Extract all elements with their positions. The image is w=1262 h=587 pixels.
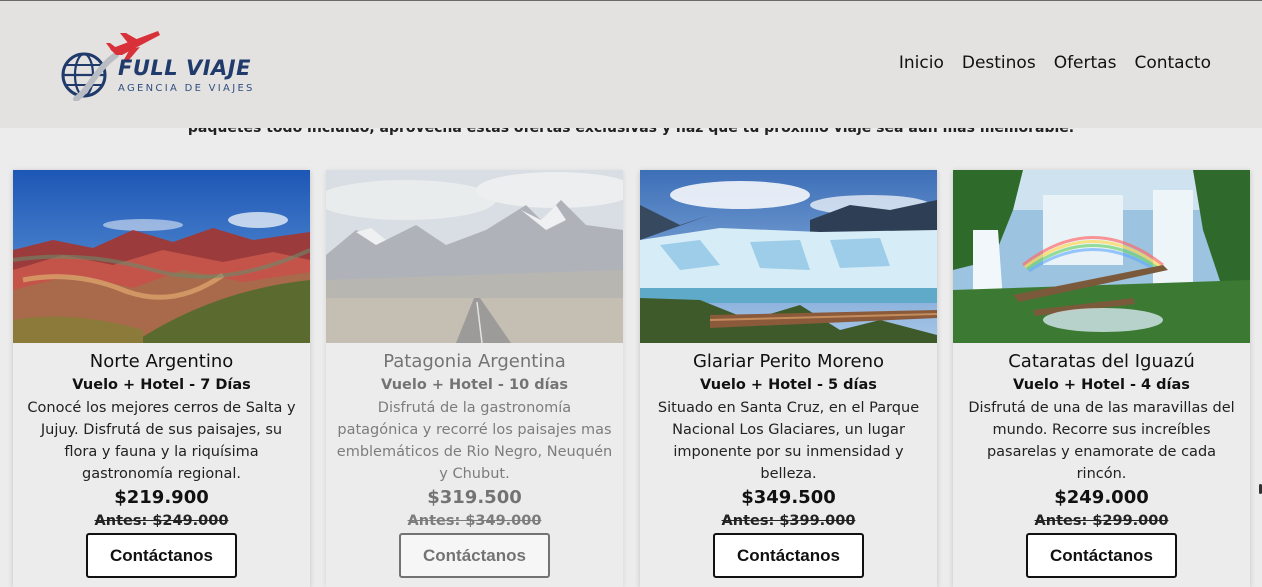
offer-subtitle: Vuelo + Hotel - 4 días [1013,377,1190,393]
offer-old-price: Antes: $249.000 [94,513,229,529]
offer-image-iguazu [953,170,1250,343]
offer-card: Glariar Perito Moreno Vuelo + Hotel - 5 … [640,170,937,587]
offer-old-price: Antes: $299.000 [1034,513,1169,529]
brand-name: FULL VIAJE [118,56,251,80]
nav-link-contacto[interactable]: Contacto [1134,53,1211,73]
offer-old-price: Antes: $349.000 [407,513,542,529]
offer-price: $319.500 [427,487,522,508]
offer-subtitle: Vuelo + Hotel - 10 días [381,377,568,393]
offer-price: $249.000 [1054,487,1149,508]
brand-tagline: AGENCIA DE VIAJES [118,83,255,94]
brand-logo[interactable]: FULL VIAJE AGENCIA DE VIAJES [60,29,260,101]
offer-old-price: Antes: $399.000 [721,513,856,529]
offer-card: Patagonia Argentina Vuelo + Hotel - 10 d… [326,170,623,587]
offer-title: Patagonia Argentina [383,351,566,372]
contact-button[interactable]: Contáctanos [1026,533,1177,578]
offer-image-patagonia [326,170,623,343]
offer-title: Cataratas del Iguazú [1008,351,1195,372]
nav-link-destinos[interactable]: Destinos [962,53,1036,73]
offer-description: Conocé los mejores cerros de Salta y Juj… [27,400,296,482]
offer-card: Cataratas del Iguazú Vuelo + Hotel - 4 d… [953,170,1250,587]
offer-image-norte [13,170,310,343]
contact-button[interactable]: Contáctanos [713,533,864,578]
site-header: FULL VIAJE AGENCIA DE VIAJES Inicio Dest… [0,1,1262,128]
offer-description: Disfrutá de una de las maravillas del mu… [968,400,1235,482]
offer-price: $349.500 [741,487,836,508]
offer-description: Disfrutá de la gastronomía patagónica y … [336,400,613,482]
offer-title: Norte Argentino [89,351,234,372]
offer-title: Glariar Perito Moreno [692,351,885,372]
main-nav: Inicio Destinos Ofertas Contacto [899,53,1211,73]
nav-link-inicio[interactable]: Inicio [899,53,944,73]
offer-subtitle: Vuelo + Hotel - 7 Días [72,377,251,393]
contact-button[interactable]: Contáctanos [86,533,237,578]
offer-image-glaciar [640,170,937,343]
nav-link-ofertas[interactable]: Ofertas [1054,53,1117,73]
offer-description: Situado en Santa Cruz, en el Parque Naci… [657,400,920,482]
contact-button[interactable]: Contáctanos [399,533,550,578]
offer-subtitle: Vuelo + Hotel - 5 días [700,377,877,393]
offer-price: $219.900 [114,487,209,508]
offer-card: Norte Argentino Vuelo + Hotel - 7 Días C… [13,170,310,587]
